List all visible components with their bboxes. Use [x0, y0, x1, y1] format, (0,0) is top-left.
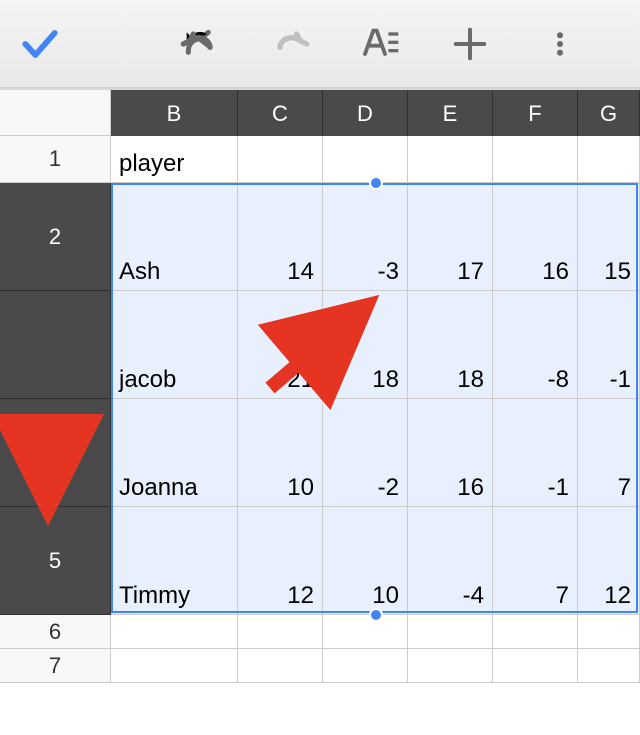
- cell-F7[interactable]: [493, 649, 578, 683]
- cell-D3[interactable]: 18: [323, 291, 408, 399]
- cell-C4[interactable]: 10: [238, 399, 323, 507]
- row-header-1[interactable]: 1: [0, 136, 111, 183]
- cell-B7[interactable]: [111, 649, 238, 683]
- cell-G7[interactable]: [578, 649, 640, 683]
- table-row: [111, 649, 640, 683]
- cell-F2[interactable]: 16: [493, 183, 578, 291]
- cell-G1[interactable]: [578, 136, 640, 183]
- text-format-icon: [360, 24, 400, 64]
- cell-F5[interactable]: 7: [493, 507, 578, 615]
- cell-F4[interactable]: -1: [493, 399, 578, 507]
- accept-button[interactable]: [10, 14, 70, 74]
- row-headers: 12 4567: [0, 136, 111, 683]
- more-vertical-icon: [545, 24, 575, 64]
- cell-E3[interactable]: 18: [408, 291, 493, 399]
- column-header-B[interactable]: B: [111, 90, 238, 138]
- cell-D1[interactable]: [323, 136, 408, 183]
- cell-D2[interactable]: -3: [323, 183, 408, 291]
- selection-handle-top[interactable]: [369, 176, 383, 190]
- cell-C3[interactable]: 21: [238, 291, 323, 399]
- redo-icon: [270, 24, 310, 64]
- undo-button[interactable]: [170, 14, 230, 74]
- cell-D4[interactable]: -2: [323, 399, 408, 507]
- grid[interactable]: playerAsh14-3171615jacob211818-8-1Joanna…: [111, 136, 640, 683]
- cell-C2[interactable]: 14: [238, 183, 323, 291]
- check-icon: [18, 22, 62, 66]
- row-header-7[interactable]: 7: [0, 649, 111, 683]
- cell-E7[interactable]: [408, 649, 493, 683]
- cell-C6[interactable]: [238, 615, 323, 649]
- cell-G6[interactable]: [578, 615, 640, 649]
- row-header-2[interactable]: 2: [0, 183, 111, 291]
- cell-D6[interactable]: [323, 615, 408, 649]
- add-button[interactable]: [440, 14, 500, 74]
- table-row: Joanna10-216-17: [111, 399, 640, 507]
- row-header-4[interactable]: 4: [0, 399, 111, 507]
- column-header-C[interactable]: C: [238, 90, 323, 138]
- column-header-E[interactable]: E: [408, 90, 493, 138]
- row-header-5[interactable]: 5: [0, 507, 111, 615]
- table-row: jacob211818-8-1: [111, 291, 640, 399]
- column-header-F[interactable]: F: [493, 90, 578, 138]
- cell-F6[interactable]: [493, 615, 578, 649]
- cell-B4[interactable]: Joanna: [111, 399, 238, 507]
- plus-icon: [451, 25, 489, 63]
- toolbar: [0, 0, 640, 88]
- cell-G2[interactable]: 15: [578, 183, 640, 291]
- cell-E5[interactable]: -4: [408, 507, 493, 615]
- more-button[interactable]: [530, 14, 590, 74]
- select-all-corner[interactable]: [0, 88, 111, 136]
- cell-F3[interactable]: -8: [493, 291, 578, 399]
- cell-G3[interactable]: -1: [578, 291, 640, 399]
- cell-C7[interactable]: [238, 649, 323, 683]
- cell-B6[interactable]: [111, 615, 238, 649]
- cell-F1[interactable]: [493, 136, 578, 183]
- cell-G5[interactable]: 12: [578, 507, 640, 615]
- column-header-G[interactable]: G: [578, 90, 640, 138]
- cell-D7[interactable]: [323, 649, 408, 683]
- cell-B1[interactable]: player: [111, 136, 238, 183]
- row-header-6[interactable]: 6: [0, 615, 111, 649]
- column-header-D[interactable]: D: [323, 90, 408, 138]
- cell-G4[interactable]: 7: [578, 399, 640, 507]
- cell-C1[interactable]: [238, 136, 323, 183]
- spreadsheet[interactable]: BCDEFG 124567 playerAsh14-3171615jacob21…: [0, 88, 640, 735]
- cell-D5[interactable]: 10: [323, 507, 408, 615]
- redo-button[interactable]: [260, 14, 320, 74]
- row-header-3[interactable]: [0, 291, 111, 399]
- cell-E4[interactable]: 16: [408, 399, 493, 507]
- undo-icon: [180, 24, 220, 64]
- cell-B5[interactable]: Timmy: [111, 507, 238, 615]
- table-row: Ash14-3171615: [111, 183, 640, 291]
- text-format-button[interactable]: [350, 14, 410, 74]
- cell-B2[interactable]: Ash: [111, 183, 238, 291]
- column-headers: BCDEFG: [111, 88, 640, 136]
- selection-handle-bottom[interactable]: [369, 608, 383, 622]
- cell-E1[interactable]: [408, 136, 493, 183]
- cell-B3[interactable]: jacob: [111, 291, 238, 399]
- cell-E6[interactable]: [408, 615, 493, 649]
- cell-E2[interactable]: 17: [408, 183, 493, 291]
- table-row: Timmy1210-4712: [111, 507, 640, 615]
- cell-C5[interactable]: 12: [238, 507, 323, 615]
